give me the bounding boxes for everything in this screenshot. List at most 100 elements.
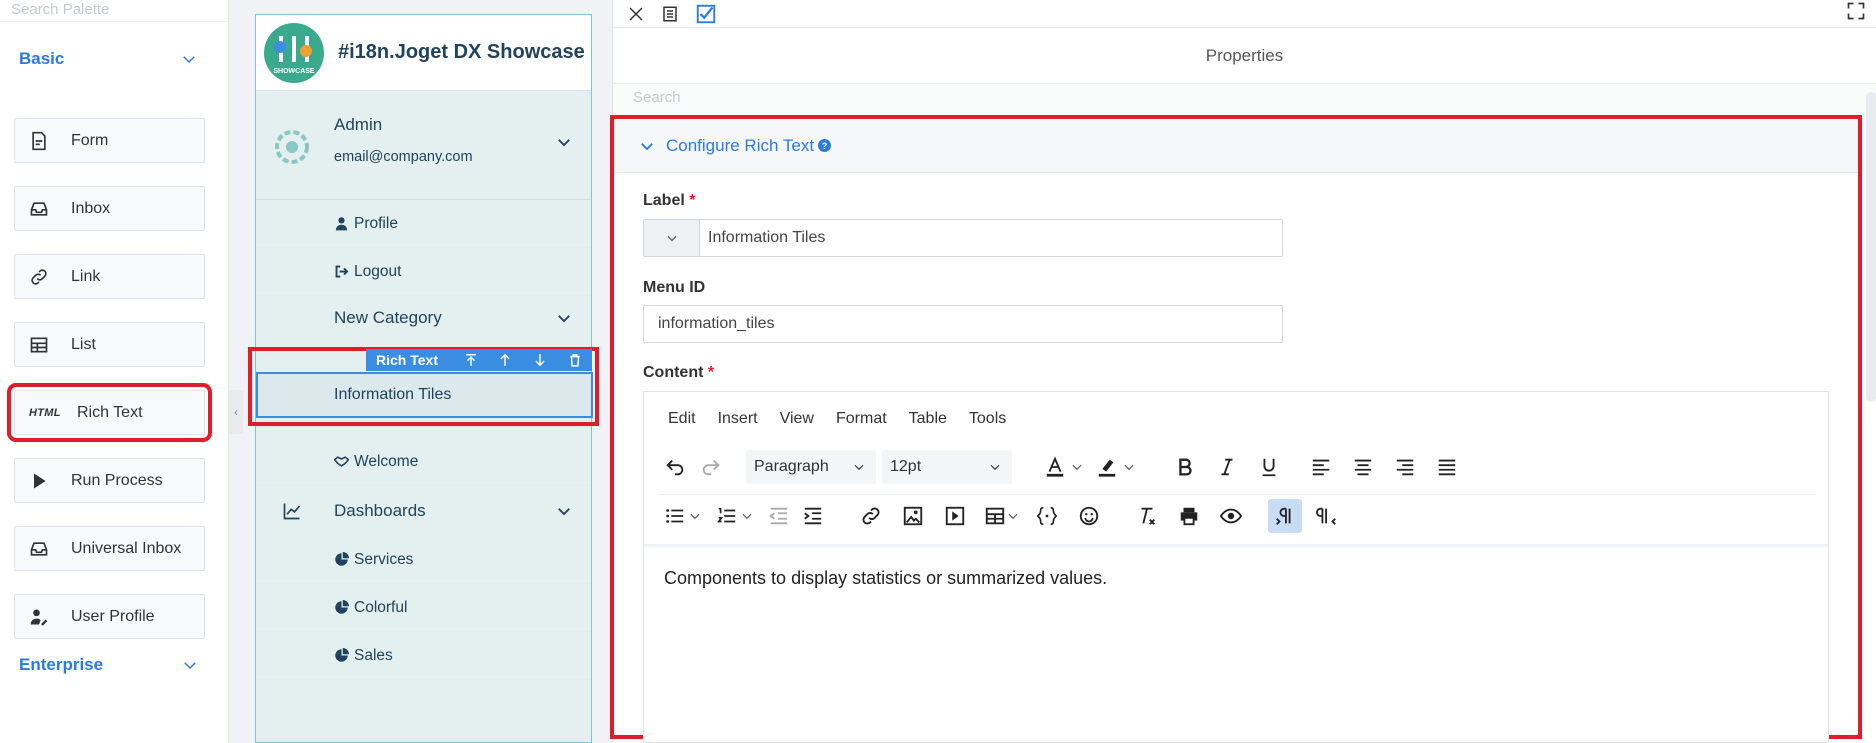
chevron-down-icon [690,513,700,519]
block-format-select[interactable]: Paragraph [746,450,876,484]
page-icon[interactable] [661,5,679,23]
palette-item-universal-inbox[interactable]: Universal Inbox [14,526,205,571]
configure-section-header[interactable]: Configure Rich Text ? [614,119,1858,173]
palette-search-input[interactable]: Search Palette [0,0,228,22]
chevron-down-icon [183,56,195,64]
redo-icon [702,459,720,476]
user-menu[interactable]: Admin email@company.com [256,91,591,200]
align-right-button[interactable] [1388,450,1422,484]
palette-item-user-profile[interactable]: User Profile [14,594,205,639]
bold-icon [1179,458,1192,476]
italic-icon [1221,458,1233,476]
language-selector[interactable] [644,220,700,256]
outdent-button[interactable] [762,499,796,533]
italic-button[interactable] [1210,450,1244,484]
insert-media-button[interactable] [938,499,972,533]
menu-view[interactable]: View [780,410,814,428]
underline-button[interactable] [1252,450,1286,484]
palette-group-basic[interactable]: Basic [0,36,228,82]
clear-formatting-button[interactable] [1130,499,1164,533]
palette-item-label: Form [71,131,109,149]
menu-item-sales[interactable]: Sales [256,632,591,680]
text-color-dropdown[interactable] [1068,450,1086,484]
menu-category-new[interactable]: New Category [256,296,591,340]
image-icon [903,506,923,525]
palette-item-inbox[interactable]: Inbox [14,186,205,231]
fullscreen-icon[interactable] [1846,1,1866,21]
menu-item-logout[interactable]: Logout [256,248,591,296]
menu-item-label: Colorful [354,598,408,616]
editor-content[interactable]: Components to display statistics or summ… [664,568,1107,589]
link-icon [862,507,880,524]
bold-button[interactable] [1168,450,1202,484]
properties-scrollbar[interactable] [1866,92,1876,402]
redo-button[interactable] [694,450,728,484]
menu-category-dashboards[interactable]: Dashboards [256,486,591,536]
undo-button[interactable] [658,450,692,484]
justify-button[interactable] [1430,450,1464,484]
properties-search-input[interactable]: Search [613,84,1876,112]
palette-item-list[interactable]: List [14,322,205,367]
menu-id-input[interactable]: information_tiles [643,305,1283,343]
avatar [275,130,309,164]
app-logo: SHOWCASE [264,22,324,83]
element-type-label: Rich Text [376,352,438,368]
palette-collapse-handle[interactable]: ‹ [229,390,243,434]
menu-item-colorful[interactable]: Colorful [256,584,591,632]
menu-insert[interactable]: Insert [718,410,758,428]
menu-category-label: Dashboards [334,501,426,520]
clear-format-icon [1141,507,1155,525]
label-input[interactable]: Information Tiles [643,219,1283,257]
move-up-button[interactable] [488,353,523,367]
align-left-icon [1312,459,1330,476]
align-left-button[interactable] [1304,450,1338,484]
insert-table-dropdown[interactable] [1004,499,1022,533]
editor-toolbar-row-2 [658,494,1816,536]
menu-item-label: Services [354,550,414,568]
palette-item-rich-text[interactable]: HTML Rich Text [7,383,212,442]
palette-group-enterprise[interactable]: Enterprise [0,642,229,688]
help-icon[interactable]: ? [818,139,832,152]
media-icon [945,506,965,525]
menu-item-services[interactable]: Services [256,536,591,584]
align-center-button[interactable] [1346,450,1380,484]
text-color-icon [1046,456,1064,477]
menu-item-welcome[interactable]: Welcome [256,438,591,486]
close-icon[interactable] [627,5,645,23]
preview-button[interactable] [1214,499,1248,533]
editor-toolbar-row-1: Paragraph 12pt [658,446,1816,488]
bullet-list-dropdown[interactable] [686,499,704,533]
menu-tools[interactable]: Tools [969,410,1006,428]
rich-text-editor[interactable]: Edit Insert View Format Table Tools Para… [643,391,1829,743]
chevron-down-icon [558,139,570,147]
menu-item-profile[interactable]: Profile [256,200,591,248]
text-color-button[interactable] [1038,450,1072,484]
menu-edit[interactable]: Edit [668,410,696,428]
chevron-down-icon [854,464,864,471]
menu-format[interactable]: Format [836,410,887,428]
menu-table[interactable]: Table [909,410,947,428]
highlight-color-dropdown[interactable] [1120,450,1138,484]
checkbox-icon[interactable] [695,3,717,25]
palette-item-link[interactable]: Link [14,254,205,299]
font-size-select[interactable]: 12pt [882,450,1012,484]
insert-template-button[interactable] [1030,499,1064,533]
move-down-button[interactable] [523,353,558,367]
inbox-icon [29,198,55,220]
rtl-button[interactable] [1310,499,1344,533]
numbered-list-dropdown[interactable] [738,499,756,533]
insert-image-button[interactable] [896,499,930,533]
ltr-button[interactable] [1268,498,1302,533]
emoji-button[interactable] [1072,499,1106,533]
indent-button[interactable] [796,499,830,533]
move-top-button[interactable] [453,353,488,367]
align-right-icon [1396,459,1414,476]
palette-item-run-process[interactable]: Run Process [14,458,205,503]
print-button[interactable] [1172,499,1206,533]
delete-button[interactable] [557,353,592,367]
palette-item-form[interactable]: Form [14,118,205,163]
highlight-color-button[interactable] [1090,450,1124,484]
insert-link-button[interactable] [854,499,888,533]
bullet-list-icon [666,508,684,523]
app-title: #i18n.Joget DX Showcase [338,41,585,63]
